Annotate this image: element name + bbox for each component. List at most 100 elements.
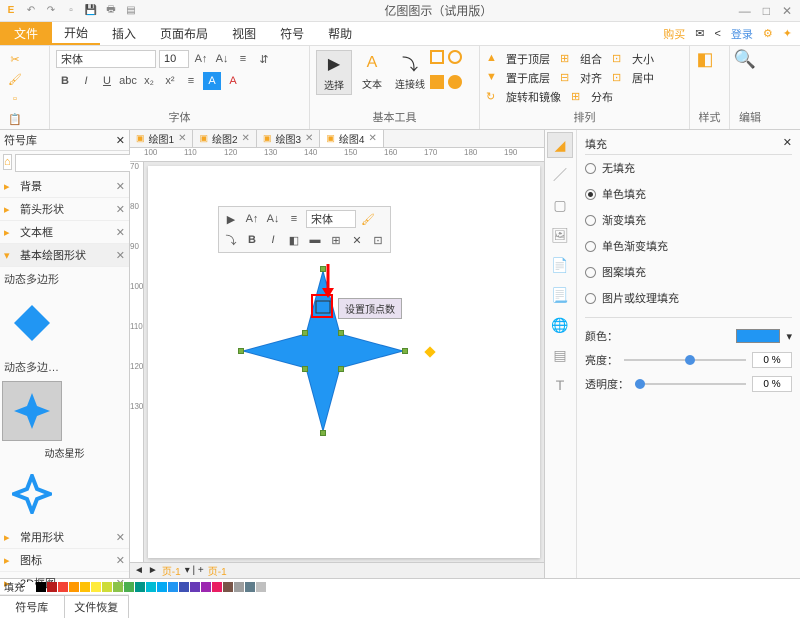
strike-button[interactable]: abc [119, 72, 137, 90]
group-btn[interactable]: ⊞组合 [560, 50, 602, 68]
swatch[interactable] [245, 582, 255, 592]
redo-icon[interactable]: ↷ [44, 4, 58, 18]
menu-symbol[interactable]: 符号 [268, 22, 316, 45]
highlight-icon[interactable]: A [203, 72, 221, 90]
swatch[interactable] [179, 582, 189, 592]
rp-layer-icon[interactable]: ▤ [547, 342, 573, 368]
ft-bold-icon[interactable]: B [243, 231, 261, 249]
swatch[interactable] [113, 582, 123, 592]
scissors-icon[interactable]: ✂ [6, 50, 24, 68]
swatch[interactable] [25, 582, 35, 592]
cat-basic-shapes[interactable]: ▾基本绘图形状✕ [0, 244, 129, 267]
bring-front[interactable]: ▲置于顶层 [486, 50, 550, 68]
page-prev-icon[interactable]: ◄ [134, 565, 144, 576]
rp-page-icon[interactable]: 📄 [547, 252, 573, 278]
spacing-icon[interactable]: ⇵ [255, 50, 273, 68]
connector-tool[interactable]: ⤵连接线 [392, 50, 428, 95]
menu-start[interactable]: 开始 [52, 22, 100, 45]
rp-text-icon[interactable]: T [547, 372, 573, 398]
font-color-icon[interactable]: A [224, 72, 242, 90]
align-btn[interactable]: ⊟对齐 [560, 69, 602, 87]
align-icon[interactable]: ≡ [182, 72, 200, 90]
color-swatch[interactable] [736, 329, 780, 343]
fill-mono-gradient[interactable]: 单色渐变填充 [585, 233, 792, 259]
canvas[interactable]: ▶ A↑ A↓ ≡ 宋体 🖌 ⤵ B I ◧ ▬ ⊞ ✕ [148, 166, 540, 558]
maximize-button[interactable]: □ [763, 4, 770, 18]
close-icon[interactable]: ✕ [116, 134, 125, 147]
fill-solid[interactable]: 单色填充 [585, 181, 792, 207]
ft-connector-icon[interactable]: ⤵ [222, 231, 240, 249]
opacity-input[interactable] [752, 376, 792, 392]
tab-recovery[interactable]: 文件恢复 [65, 596, 130, 618]
menu-layout[interactable]: 页面布局 [148, 22, 220, 45]
login-link[interactable]: 登录 [731, 26, 753, 42]
cat-background[interactable]: ▸背景✕ [0, 175, 129, 198]
file-menu[interactable]: 文件 [0, 22, 52, 45]
close-icon[interactable]: ✕ [783, 136, 792, 152]
paintbrush-icon[interactable]: 🖌 [6, 70, 24, 88]
buy-link[interactable]: 购买 [663, 26, 685, 42]
doc-tab-2[interactable]: ▣绘图2✕ [193, 130, 256, 147]
shape-star4-selected[interactable] [2, 381, 62, 441]
bullets-icon[interactable]: ≡ [234, 50, 252, 68]
subscript-button[interactable]: x₂ [140, 72, 158, 90]
doc-tab-1[interactable]: ▣绘图1✕ [130, 130, 193, 147]
swatch[interactable] [234, 582, 244, 592]
menu-help[interactable]: 帮助 [316, 22, 364, 45]
swatch[interactable] [124, 582, 134, 592]
settings-icon[interactable]: ⚙ [763, 27, 773, 40]
center-btn[interactable]: ⊡居中 [612, 69, 654, 87]
ft-fill-icon[interactable]: ◧ [285, 231, 303, 249]
superscript-button[interactable]: x² [161, 72, 179, 90]
tab-symbols[interactable]: 符号库 [0, 596, 65, 618]
page-left[interactable]: 页-1 [162, 563, 181, 578]
paste-icon[interactable]: 📋 [6, 110, 24, 128]
minimize-button[interactable]: — [739, 4, 751, 18]
swatch[interactable] [91, 582, 101, 592]
decrease-font-icon[interactable]: A↓ [213, 50, 231, 68]
shape-rect[interactable] [430, 50, 444, 64]
swatch[interactable] [69, 582, 79, 592]
control-handle-yellow[interactable] [424, 346, 435, 357]
shape-diamond[interactable] [2, 293, 62, 353]
share-icon[interactable]: < [714, 28, 720, 40]
ft-tools-icon[interactable]: ✕ [348, 231, 366, 249]
swatch[interactable] [190, 582, 200, 592]
rp-globe-icon[interactable]: 🌐 [547, 312, 573, 338]
rp-doc-icon[interactable]: 📃 [547, 282, 573, 308]
brightness-slider[interactable] [624, 359, 746, 361]
home-icon[interactable]: ⌂ [3, 154, 12, 170]
save-icon[interactable]: 💾 [84, 4, 98, 18]
rotate-btn[interactable]: ↻旋转和镜像 [486, 88, 561, 106]
fill-gradient[interactable]: 渐变填充 [585, 207, 792, 233]
distribute-btn[interactable]: ⊞分布 [571, 88, 613, 106]
send-back[interactable]: ▼置于底层 [486, 69, 550, 87]
ft-more-icon[interactable]: ⊡ [369, 231, 387, 249]
page-right[interactable]: 页-1 [208, 563, 227, 578]
app-icon[interactable]: ✦ [783, 27, 792, 40]
swatch[interactable] [135, 582, 145, 592]
ft-dec-font-icon[interactable]: A↓ [264, 210, 282, 228]
rp-shadow-icon[interactable]: ▢ [547, 192, 573, 218]
ft-italic-icon[interactable]: I [264, 231, 282, 249]
rp-line-icon[interactable]: ／ [547, 162, 573, 188]
cat-icons[interactable]: ▸图标✕ [0, 549, 129, 572]
menu-view[interactable]: 视图 [220, 22, 268, 45]
swatch[interactable] [212, 582, 222, 592]
bold-button[interactable]: B [56, 72, 74, 90]
underline-button[interactable]: U [98, 72, 116, 90]
font-size-select[interactable]: 10 [159, 50, 189, 68]
shape-rect-fill[interactable] [430, 75, 444, 89]
print-icon[interactable]: 🖶 [104, 4, 118, 18]
undo-icon[interactable]: ↶ [24, 4, 38, 18]
swatch[interactable] [36, 582, 46, 592]
shape-circle[interactable] [448, 50, 462, 64]
ft-line-icon[interactable]: ▬ [306, 231, 324, 249]
export-icon[interactable]: ▤ [124, 4, 138, 18]
swatch[interactable] [47, 582, 57, 592]
ft-inc-font-icon[interactable]: A↑ [243, 210, 261, 228]
fill-pattern[interactable]: 图案填充 [585, 259, 792, 285]
swatch[interactable] [146, 582, 156, 592]
shape-star-outline[interactable] [2, 464, 62, 524]
font-name-select[interactable]: 宋体 [56, 50, 156, 68]
